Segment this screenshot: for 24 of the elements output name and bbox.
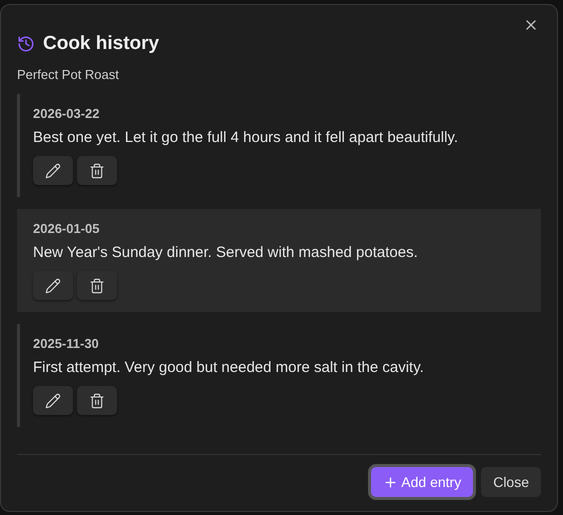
- dialog-title: Cook history: [43, 33, 160, 55]
- entry-date: 2026-01-05: [33, 221, 100, 236]
- trash-icon: [89, 278, 105, 294]
- recipe-name: Perfect Pot Roast: [17, 67, 120, 82]
- pencil-icon: [45, 392, 61, 408]
- entry-note: New Year's Sunday dinner. Served with mashed potatoes.: [33, 244, 419, 261]
- entry-note: First attempt. Very good but needed more salt in the cavity.: [33, 359, 425, 376]
- trash-icon: [89, 392, 105, 408]
- edit-button[interactable]: [33, 271, 73, 300]
- edit-button[interactable]: [33, 156, 73, 185]
- add-entry-button[interactable]: Add entry: [371, 467, 474, 497]
- pencil-icon: [45, 162, 61, 178]
- entry-date: 2026-03-22: [33, 106, 100, 121]
- delete-button[interactable]: [77, 271, 117, 300]
- history-icon: [17, 35, 35, 53]
- entry-date: 2025-11-30: [33, 336, 100, 351]
- pencil-icon: [45, 278, 61, 294]
- entry-note: Best one yet. Let it go the full 4 hours and it fell apart beautifully.: [33, 129, 459, 146]
- delete-button[interactable]: [77, 386, 117, 415]
- edit-button[interactable]: [33, 386, 73, 415]
- plus-icon: [383, 474, 398, 490]
- close-button[interactable]: Close: [481, 467, 541, 497]
- delete-button[interactable]: [77, 156, 117, 185]
- trash-icon: [89, 162, 105, 178]
